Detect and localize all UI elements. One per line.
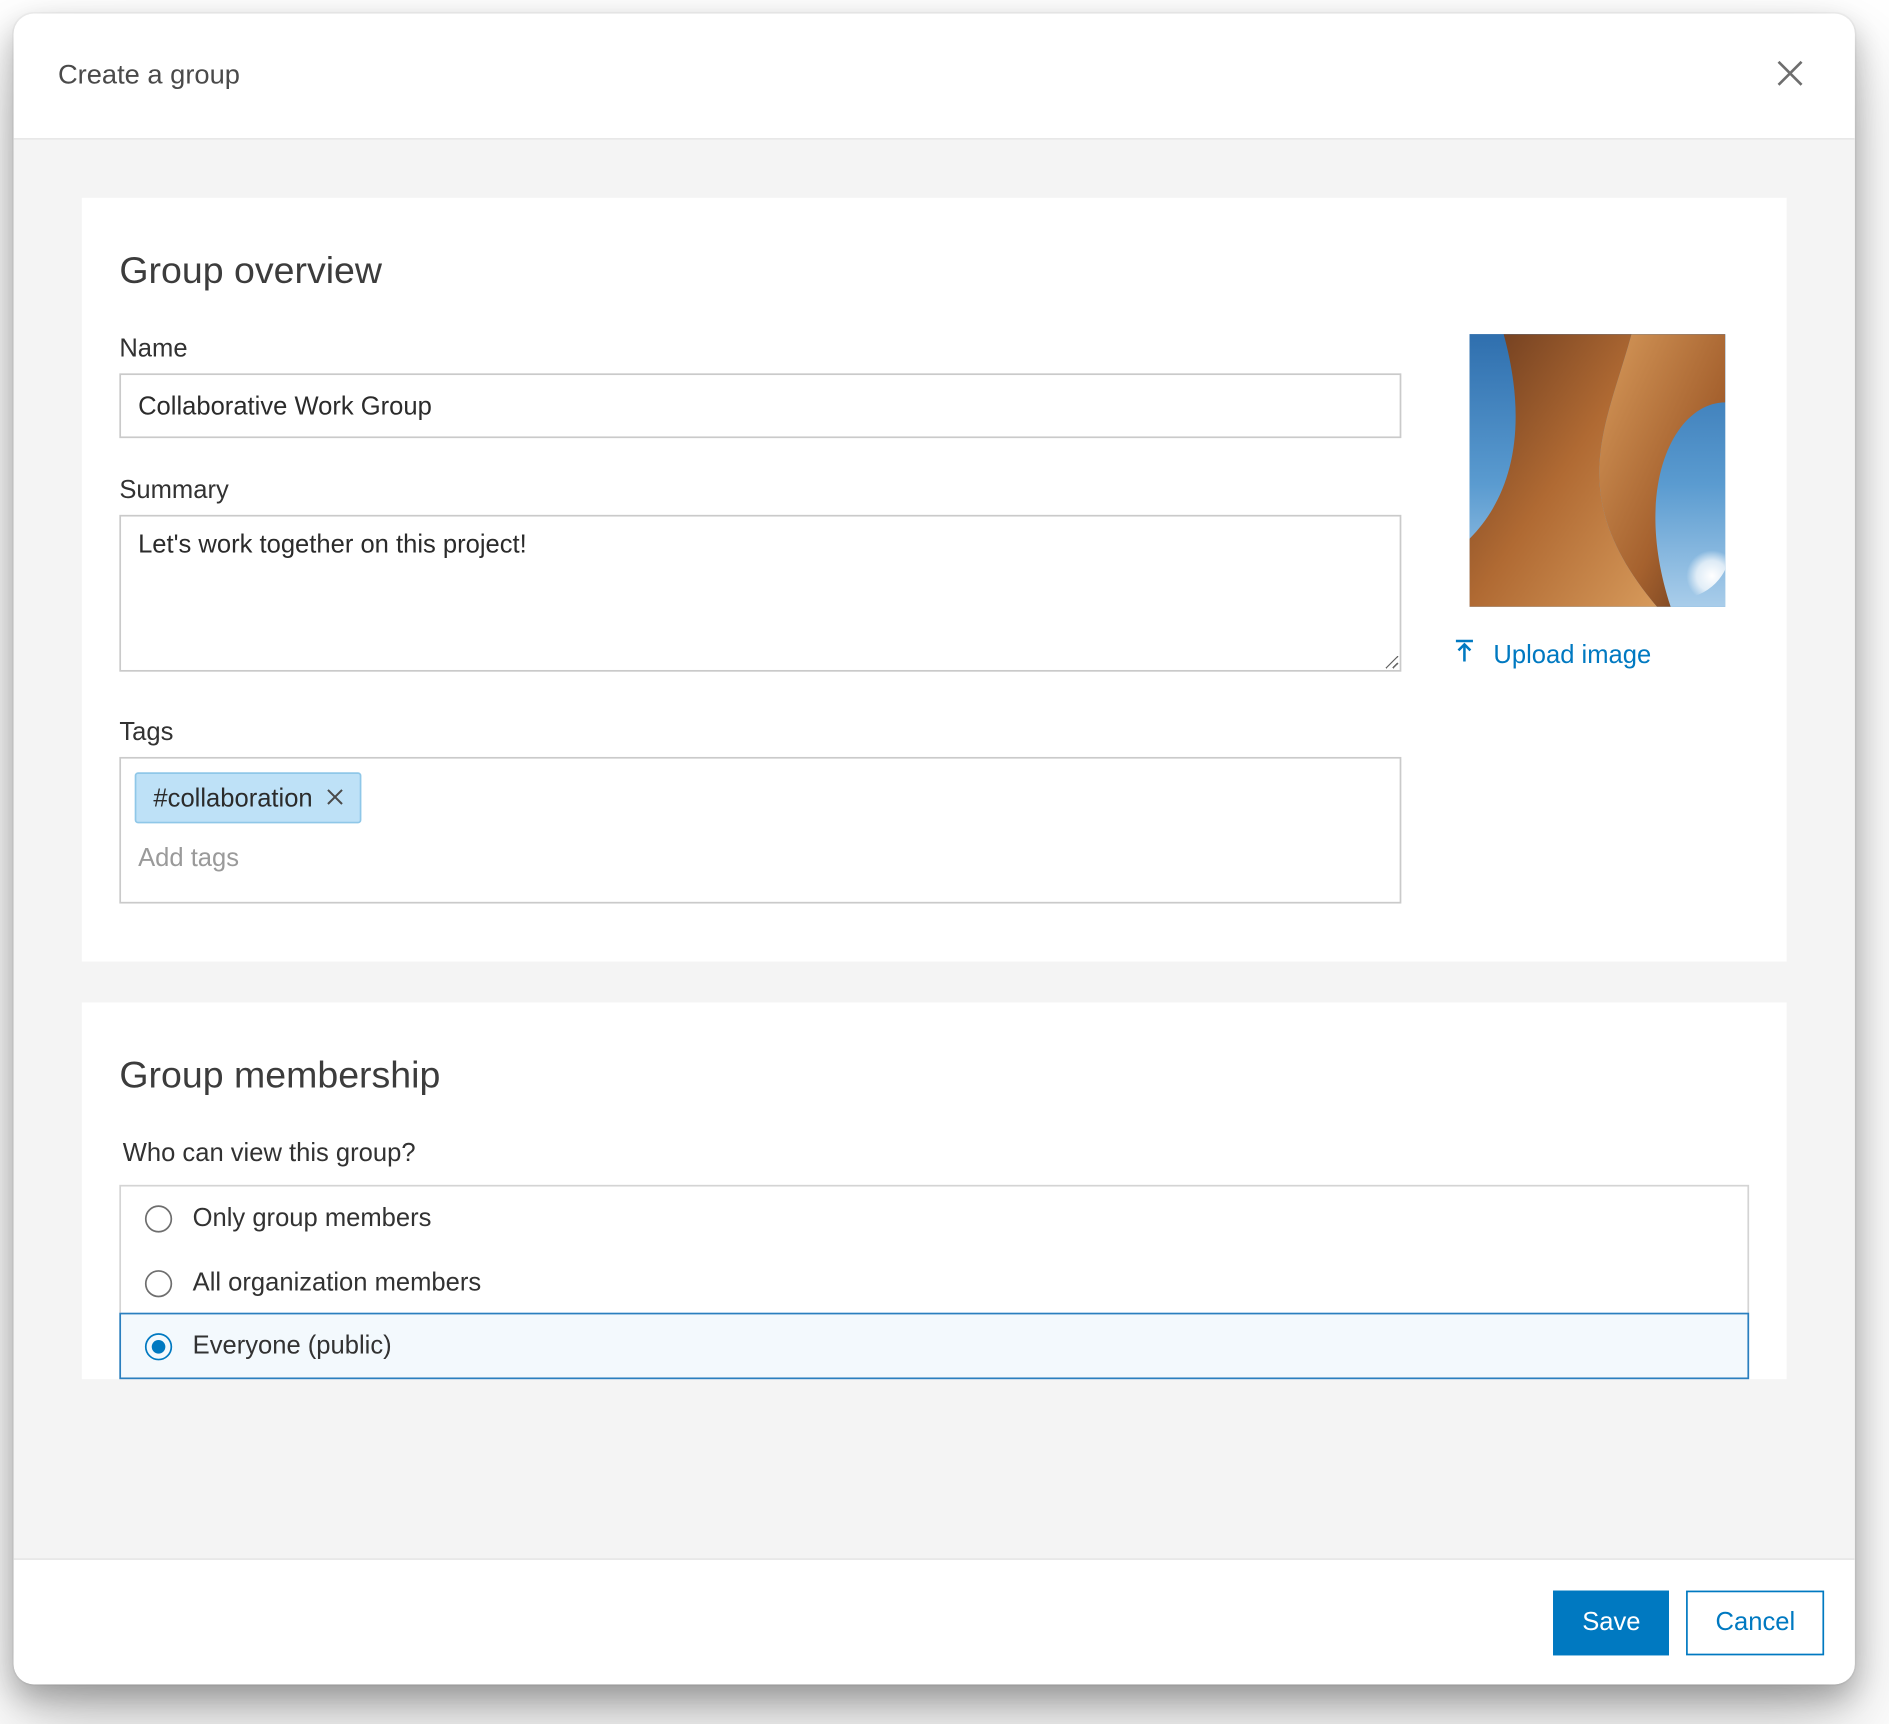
tags-label: Tags bbox=[119, 718, 1401, 747]
view-option-members[interactable]: Only group members bbox=[121, 1187, 1747, 1250]
summary-label: Summary bbox=[119, 476, 1401, 505]
modal-header: Create a group bbox=[14, 14, 1855, 140]
name-label: Name bbox=[119, 334, 1401, 363]
view-question: Who can view this group? bbox=[123, 1139, 1749, 1168]
radio-icon bbox=[145, 1332, 172, 1359]
tags-input-container[interactable]: #collaboration bbox=[119, 757, 1401, 904]
name-field: Name bbox=[119, 334, 1401, 438]
view-option-label: Everyone (public) bbox=[193, 1331, 392, 1360]
group-thumbnail bbox=[1470, 334, 1726, 607]
modal-body: Group overview Name Summary Tags bbox=[14, 140, 1855, 1558]
tags-input[interactable] bbox=[135, 834, 1386, 877]
tag-chip[interactable]: #collaboration bbox=[135, 772, 362, 823]
view-option-label: All organization members bbox=[193, 1268, 482, 1297]
group-overview-section: Group overview Name Summary Tags bbox=[82, 198, 1787, 962]
radio-icon bbox=[145, 1204, 172, 1231]
section-title-overview: Group overview bbox=[119, 249, 1749, 293]
modal-footer: Save Cancel bbox=[14, 1558, 1855, 1684]
upload-image-label: Upload image bbox=[1493, 640, 1651, 669]
close-button[interactable] bbox=[1766, 52, 1814, 100]
modal-title: Create a group bbox=[58, 61, 240, 92]
radio-icon bbox=[145, 1269, 172, 1296]
save-button[interactable]: Save bbox=[1553, 1590, 1669, 1655]
tag-remove-button[interactable] bbox=[323, 786, 347, 810]
summary-field: Summary bbox=[119, 476, 1401, 681]
cancel-button[interactable]: Cancel bbox=[1687, 1590, 1825, 1655]
view-option-public[interactable]: Everyone (public) bbox=[119, 1313, 1749, 1379]
view-option-label: Only group members bbox=[193, 1204, 432, 1233]
view-option-org[interactable]: All organization members bbox=[121, 1250, 1747, 1315]
close-icon bbox=[325, 785, 344, 811]
view-options-list: Only group members All organization memb… bbox=[119, 1185, 1749, 1379]
tag-chip-label: #collaboration bbox=[153, 783, 312, 812]
group-membership-section: Group membership Who can view this group… bbox=[82, 1002, 1787, 1379]
summary-input[interactable] bbox=[119, 515, 1401, 672]
section-title-membership: Group membership bbox=[119, 1054, 1749, 1098]
close-icon bbox=[1775, 58, 1806, 94]
upload-icon bbox=[1452, 638, 1476, 672]
upload-image-button[interactable]: Upload image bbox=[1452, 638, 1651, 672]
tags-field: Tags #collaboration bbox=[119, 718, 1401, 904]
create-group-modal: Create a group Group overview Name bbox=[14, 14, 1855, 1685]
name-input[interactable] bbox=[119, 373, 1401, 438]
